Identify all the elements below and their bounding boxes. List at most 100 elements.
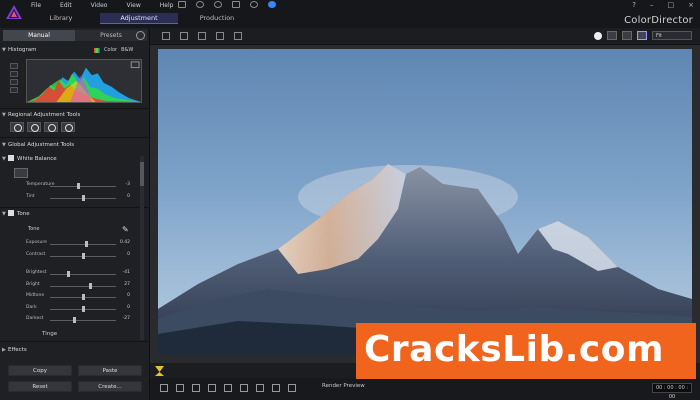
compare-icon[interactable] bbox=[180, 32, 188, 40]
eyedropper-icon[interactable] bbox=[14, 168, 28, 178]
delete-icon[interactable] bbox=[216, 32, 224, 40]
image-view-icon[interactable] bbox=[637, 31, 647, 40]
spot-removal-icon[interactable] bbox=[61, 122, 75, 132]
split-view-icon[interactable] bbox=[607, 31, 617, 40]
slider-thumb[interactable] bbox=[81, 253, 85, 259]
tone-slider-contrast[interactable]: Contrast 0 bbox=[0, 252, 146, 260]
preview-dot-icon[interactable] bbox=[594, 31, 602, 40]
rgb-toggle-icon[interactable] bbox=[10, 63, 18, 69]
slider-thumb[interactable] bbox=[81, 305, 85, 312]
quick-toolbar bbox=[178, 1, 276, 8]
mountain-image bbox=[158, 164, 692, 355]
menu-file[interactable]: File bbox=[31, 2, 41, 9]
maximize-button[interactable]: □ bbox=[668, 1, 675, 9]
white-balance-checkbox[interactable] bbox=[8, 155, 14, 161]
tab-adjustment[interactable]: Adjustment bbox=[100, 13, 178, 24]
slider-track[interactable] bbox=[50, 186, 116, 187]
redo-icon[interactable] bbox=[214, 1, 222, 8]
next-frame-icon[interactable] bbox=[224, 384, 232, 392]
panel-options-icon[interactable] bbox=[136, 31, 145, 40]
previous-frame-icon[interactable] bbox=[208, 384, 216, 392]
update-icon[interactable] bbox=[268, 1, 276, 8]
snapshot-icon[interactable] bbox=[272, 384, 280, 392]
crop-icon[interactable] bbox=[162, 32, 170, 40]
menu-view[interactable]: View bbox=[126, 2, 140, 9]
export-icon[interactable] bbox=[232, 1, 240, 8]
wb-slider-temperature[interactable]: Temperature -3 bbox=[0, 182, 146, 190]
render-preview-button[interactable]: Render Preview bbox=[322, 383, 365, 389]
tab-manual[interactable]: Manual bbox=[3, 30, 75, 41]
menu-edit[interactable]: Edit bbox=[60, 2, 72, 9]
slider-thumb[interactable] bbox=[72, 317, 76, 323]
graduated-filter-icon[interactable] bbox=[44, 122, 58, 132]
tone-checkbox[interactable] bbox=[8, 210, 14, 216]
create-preset-button[interactable]: Create... bbox=[78, 381, 142, 392]
close-button[interactable]: × bbox=[688, 1, 694, 9]
help-button[interactable]: ? bbox=[632, 1, 636, 9]
volume-icon[interactable] bbox=[256, 384, 264, 392]
viewer-options: Fit bbox=[594, 31, 692, 40]
histogram-color-option[interactable]: Color bbox=[104, 47, 117, 53]
regional-header[interactable]: ▼ Regional Adjustment Tools bbox=[0, 110, 150, 120]
wb-slider-tint[interactable]: Tint 0 bbox=[0, 194, 146, 202]
slider-thumb[interactable] bbox=[89, 282, 93, 289]
tone-slider-brightest[interactable]: Brightest -41 bbox=[0, 270, 146, 278]
slider-thumb[interactable] bbox=[66, 271, 70, 277]
color-swatch-icon bbox=[94, 47, 100, 53]
white-balance-header[interactable]: ▼ White Balance bbox=[0, 154, 150, 164]
copy-button[interactable]: Copy bbox=[8, 365, 72, 376]
regional-title: Regional Adjustment Tools bbox=[8, 112, 81, 118]
tone-slider-dark[interactable]: Dark 0 bbox=[0, 305, 146, 313]
reset-button[interactable]: Reset bbox=[8, 381, 72, 392]
stop-icon[interactable] bbox=[192, 384, 200, 392]
tone-pin-icon[interactable]: ✎ bbox=[122, 225, 129, 234]
scrollbar-thumb[interactable] bbox=[140, 162, 144, 186]
save-icon[interactable] bbox=[178, 1, 186, 8]
blue-toggle-icon[interactable] bbox=[10, 87, 18, 93]
tone-header[interactable]: ▼ Tone bbox=[0, 209, 150, 219]
effects-header[interactable]: ▶ Effects bbox=[0, 345, 150, 355]
photo-preview[interactable] bbox=[158, 49, 692, 355]
grid-icon[interactable] bbox=[622, 31, 632, 40]
tone-slider-exposure[interactable]: Exposure 0.42 bbox=[0, 240, 146, 248]
minimize-button[interactable]: – bbox=[650, 1, 654, 9]
paste-button[interactable]: Paste bbox=[78, 365, 142, 376]
green-toggle-icon[interactable] bbox=[10, 79, 18, 85]
radial-filter-icon[interactable] bbox=[27, 122, 41, 132]
panel-scrollbar[interactable] bbox=[140, 156, 144, 340]
comment-icon[interactable] bbox=[234, 32, 242, 40]
slider-thumb[interactable] bbox=[81, 195, 85, 201]
slider-thumb[interactable] bbox=[81, 294, 85, 300]
tone-slider-darkest[interactable]: Darkest -27 bbox=[0, 316, 146, 324]
tone-slider-midtone[interactable]: Midtone 0 bbox=[0, 293, 146, 301]
tab-library[interactable]: Library bbox=[22, 13, 100, 24]
histogram-bw-option[interactable]: B&W bbox=[121, 47, 133, 53]
collapse-icon: ▼ bbox=[2, 211, 6, 217]
slider-label: Brightest bbox=[26, 270, 47, 275]
play-icon[interactable] bbox=[176, 384, 184, 392]
straighten-icon[interactable] bbox=[198, 32, 206, 40]
slider-value: -41 bbox=[122, 270, 130, 275]
slider-track[interactable] bbox=[50, 285, 116, 287]
slider-thumb[interactable] bbox=[76, 183, 80, 189]
undo-icon[interactable] bbox=[196, 1, 204, 8]
menu-help[interactable]: Help bbox=[160, 2, 174, 9]
preview-mode-icon[interactable] bbox=[160, 384, 168, 392]
zoom-select[interactable]: Fit bbox=[652, 31, 692, 40]
global-header[interactable]: ▼ Global Adjustment Tools bbox=[0, 140, 150, 150]
fullscreen-icon[interactable] bbox=[288, 384, 296, 392]
watermark-banner: CracksLib.com bbox=[356, 323, 696, 379]
tone-slider-bright[interactable]: Bright 27 bbox=[0, 282, 146, 290]
adjustment-brush-icon[interactable] bbox=[10, 122, 24, 132]
red-toggle-icon[interactable] bbox=[10, 71, 18, 77]
slider-track[interactable] bbox=[50, 274, 116, 275]
collapse-icon: ▼ bbox=[2, 112, 6, 118]
settings-icon[interactable] bbox=[250, 1, 258, 8]
playhead-icon[interactable] bbox=[155, 366, 164, 376]
tab-production[interactable]: Production bbox=[178, 13, 256, 24]
fast-forward-icon[interactable] bbox=[240, 384, 248, 392]
slider-thumb[interactable] bbox=[84, 241, 88, 247]
slider-track[interactable] bbox=[50, 244, 116, 245]
slider-track[interactable] bbox=[50, 320, 116, 321]
menu-video[interactable]: Video bbox=[91, 2, 108, 9]
